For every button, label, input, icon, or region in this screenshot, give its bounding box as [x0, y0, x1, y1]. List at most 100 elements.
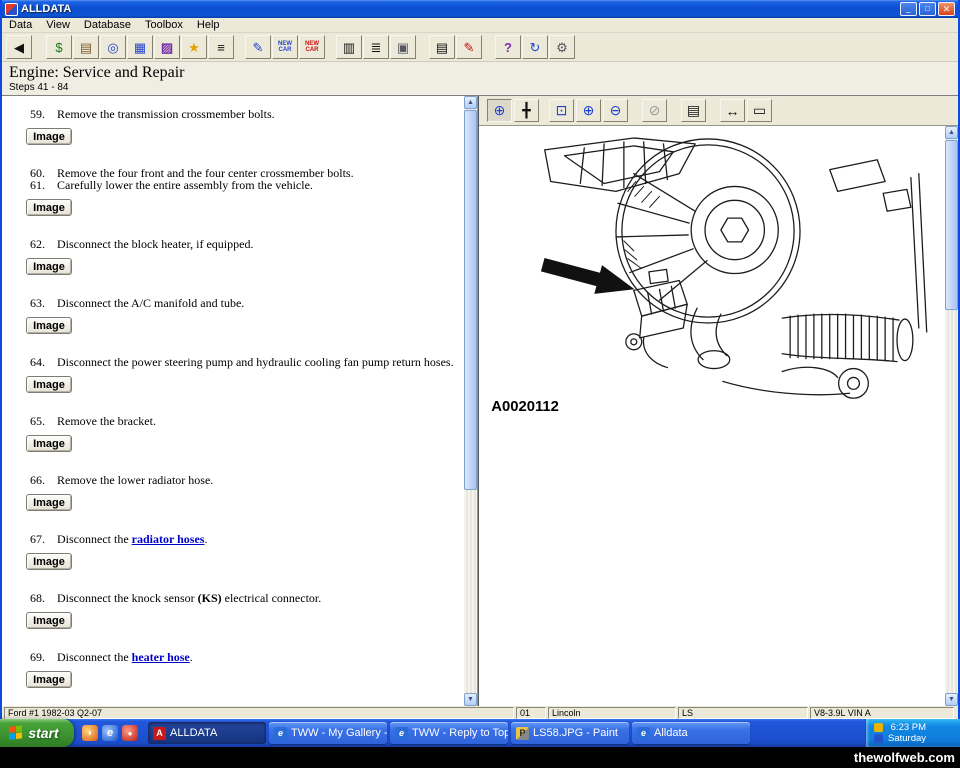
- image-button[interactable]: Image: [26, 612, 72, 629]
- outline-icon[interactable]: ≣: [363, 35, 389, 59]
- step-number: 61.: [30, 179, 57, 191]
- taskbar-tww-reply[interactable]: e TWW - Reply to Topic...: [390, 722, 508, 744]
- history-icon[interactable]: ↻: [522, 35, 548, 59]
- desktop: ALLDATA _ □ ✕ Data View Database Toolbox…: [0, 0, 960, 768]
- image-button[interactable]: Image: [26, 317, 72, 334]
- step-64: 64.Disconnect the power steering pump an…: [2, 356, 460, 368]
- parts-icon[interactable]: ▤: [73, 35, 99, 59]
- tips-icon[interactable]: ★: [181, 35, 207, 59]
- image-button[interactable]: Image: [26, 376, 72, 393]
- image-button[interactable]: Image: [26, 553, 72, 570]
- image-button[interactable]: Image: [26, 494, 72, 511]
- menu-view[interactable]: View: [39, 18, 77, 33]
- step-number: 62.: [30, 238, 57, 250]
- taskbar: start ◗ e ● A ALLDATA e TWW - My Gallery…: [0, 719, 960, 747]
- internet-explorer-icon[interactable]: e: [102, 725, 118, 741]
- fit-page-icon[interactable]: ▭: [747, 99, 772, 122]
- taskbar-alldata[interactable]: A ALLDATA: [148, 722, 266, 744]
- step-block: 60.Remove the four front and the four ce…: [2, 167, 460, 216]
- image-button[interactable]: Image: [26, 671, 72, 688]
- scroll-down-icon[interactable]: ▼: [464, 693, 477, 706]
- minimize-button[interactable]: _: [900, 2, 917, 16]
- article-search-icon[interactable]: ◎: [100, 35, 126, 59]
- step-text: Remove the lower radiator hose.: [57, 473, 213, 487]
- print-image-icon[interactable]: ▤: [681, 99, 706, 122]
- start-button[interactable]: start: [0, 719, 74, 747]
- step-63: 63.Disconnect the A/C manifold and tube.: [2, 297, 460, 309]
- step-text-before: Disconnect the: [57, 532, 132, 546]
- notes-icon[interactable]: ≡: [208, 35, 234, 59]
- new-car-red-icon[interactable]: NEW CAR: [299, 35, 325, 59]
- security-shield-icon[interactable]: [874, 723, 883, 732]
- quick-launch-icon-1[interactable]: ◗: [82, 725, 98, 741]
- pen-icon[interactable]: ✎: [245, 35, 271, 59]
- help-icon[interactable]: ?: [495, 35, 521, 59]
- step-block: 68.Disconnect the knock sensor (KS) elec…: [2, 592, 460, 629]
- menu-toolbox[interactable]: Toolbox: [138, 18, 190, 33]
- taskbar-label: TWW - Reply to Topic...: [412, 727, 508, 739]
- step-61: 61.Carefully lower the entire assembly f…: [2, 179, 460, 191]
- taskbar-paint[interactable]: P LS58.JPG - Paint: [511, 722, 629, 744]
- new-car-blue-icon[interactable]: NEW CAR: [272, 35, 298, 59]
- marker-icon[interactable]: ✎: [456, 35, 482, 59]
- step-62: 62.Disconnect the block heater, if equip…: [2, 238, 460, 250]
- left-scrollbar[interactable]: ▲ ▼: [464, 96, 477, 706]
- step-text-after: .: [204, 532, 207, 546]
- step-list: 59.Remove the transmission crossmember b…: [2, 96, 464, 706]
- image-button[interactable]: Image: [26, 199, 72, 216]
- step-number: 67.: [30, 533, 57, 545]
- maximize-button[interactable]: □: [919, 2, 936, 16]
- quick-launch-icon-3[interactable]: ●: [122, 725, 138, 741]
- image-button[interactable]: Image: [26, 258, 72, 275]
- left-scrollbar-thumb[interactable]: [464, 110, 477, 490]
- zoom-tool-icon[interactable]: ⊕: [487, 99, 512, 122]
- pan-tool-icon[interactable]: ╋: [514, 99, 539, 122]
- right-scrollbar-thumb[interactable]: [945, 140, 958, 310]
- status-bar: Ford #1 1982-03 Q2-07 01 Lincoln LS V8-3…: [2, 706, 958, 719]
- step-number: 68.: [30, 592, 57, 604]
- print-icon[interactable]: ▤: [429, 35, 455, 59]
- quick-launch: ◗ e ●: [74, 725, 146, 741]
- page-subtitle: Steps 41 - 84: [9, 82, 958, 93]
- taskbar-alldata-2[interactable]: e Alldata: [632, 722, 750, 744]
- step-block: 67.Disconnect the radiator hoses. Image: [2, 533, 460, 570]
- zoom-window-icon[interactable]: ⊡: [549, 99, 574, 122]
- step-number: 66.: [30, 474, 57, 486]
- print-setup-icon[interactable]: ⚙: [549, 35, 575, 59]
- labor-rates-icon[interactable]: $: [46, 35, 72, 59]
- radiator-hoses-link[interactable]: radiator hoses: [132, 532, 205, 546]
- article-grid-icon[interactable]: ▦: [127, 35, 153, 59]
- menu-data[interactable]: Data: [2, 18, 39, 33]
- fit-width-icon[interactable]: ↔: [720, 99, 745, 122]
- back-button[interactable]: ◀: [6, 35, 32, 59]
- image-viewer: A0020112 ▲ ▼: [479, 126, 958, 706]
- close-button[interactable]: ✕: [938, 2, 955, 16]
- main-toolbar: ◀ $ ▤ ◎ ▦ ▨ ★ ≡ ✎ NEW CAR NEW CAR ▥ ≣ ▣ …: [2, 33, 958, 62]
- network-icon[interactable]: [874, 734, 883, 743]
- tsb-icon[interactable]: ▨: [154, 35, 180, 59]
- status-code: 01: [516, 707, 546, 719]
- window-title: ALLDATA: [21, 3, 898, 15]
- step-text-after: .: [190, 650, 193, 664]
- zoom-in-icon[interactable]: ⊕: [576, 99, 601, 122]
- columns-icon[interactable]: ▥: [336, 35, 362, 59]
- step-65: 65.Remove the bracket.: [2, 415, 460, 427]
- image-button[interactable]: Image: [26, 435, 72, 452]
- figure-view-icon[interactable]: ▣: [390, 35, 416, 59]
- scroll-down-icon[interactable]: ▼: [945, 693, 958, 706]
- menu-help[interactable]: Help: [190, 18, 227, 33]
- image-button[interactable]: Image: [26, 128, 72, 145]
- step-block: 66.Remove the lower radiator hose. Image: [2, 474, 460, 511]
- step-block: 59.Remove the transmission crossmember b…: [2, 108, 460, 145]
- scroll-up-icon[interactable]: ▲: [464, 96, 477, 109]
- step-68: 68.Disconnect the knock sensor (KS) elec…: [2, 592, 460, 604]
- menu-database[interactable]: Database: [77, 18, 138, 33]
- windows-flag-icon: [9, 725, 23, 740]
- scroll-up-icon[interactable]: ▲: [945, 126, 958, 139]
- right-scrollbar[interactable]: ▲ ▼: [945, 126, 958, 706]
- page-title: Engine: Service and Repair: [9, 64, 958, 82]
- engine-diagram[interactable]: A0020112: [479, 126, 945, 706]
- zoom-out-icon[interactable]: ⊖: [603, 99, 628, 122]
- heater-hose-link[interactable]: heater hose: [132, 650, 190, 664]
- taskbar-tww-gallery[interactable]: e TWW - My Gallery - M...: [269, 722, 387, 744]
